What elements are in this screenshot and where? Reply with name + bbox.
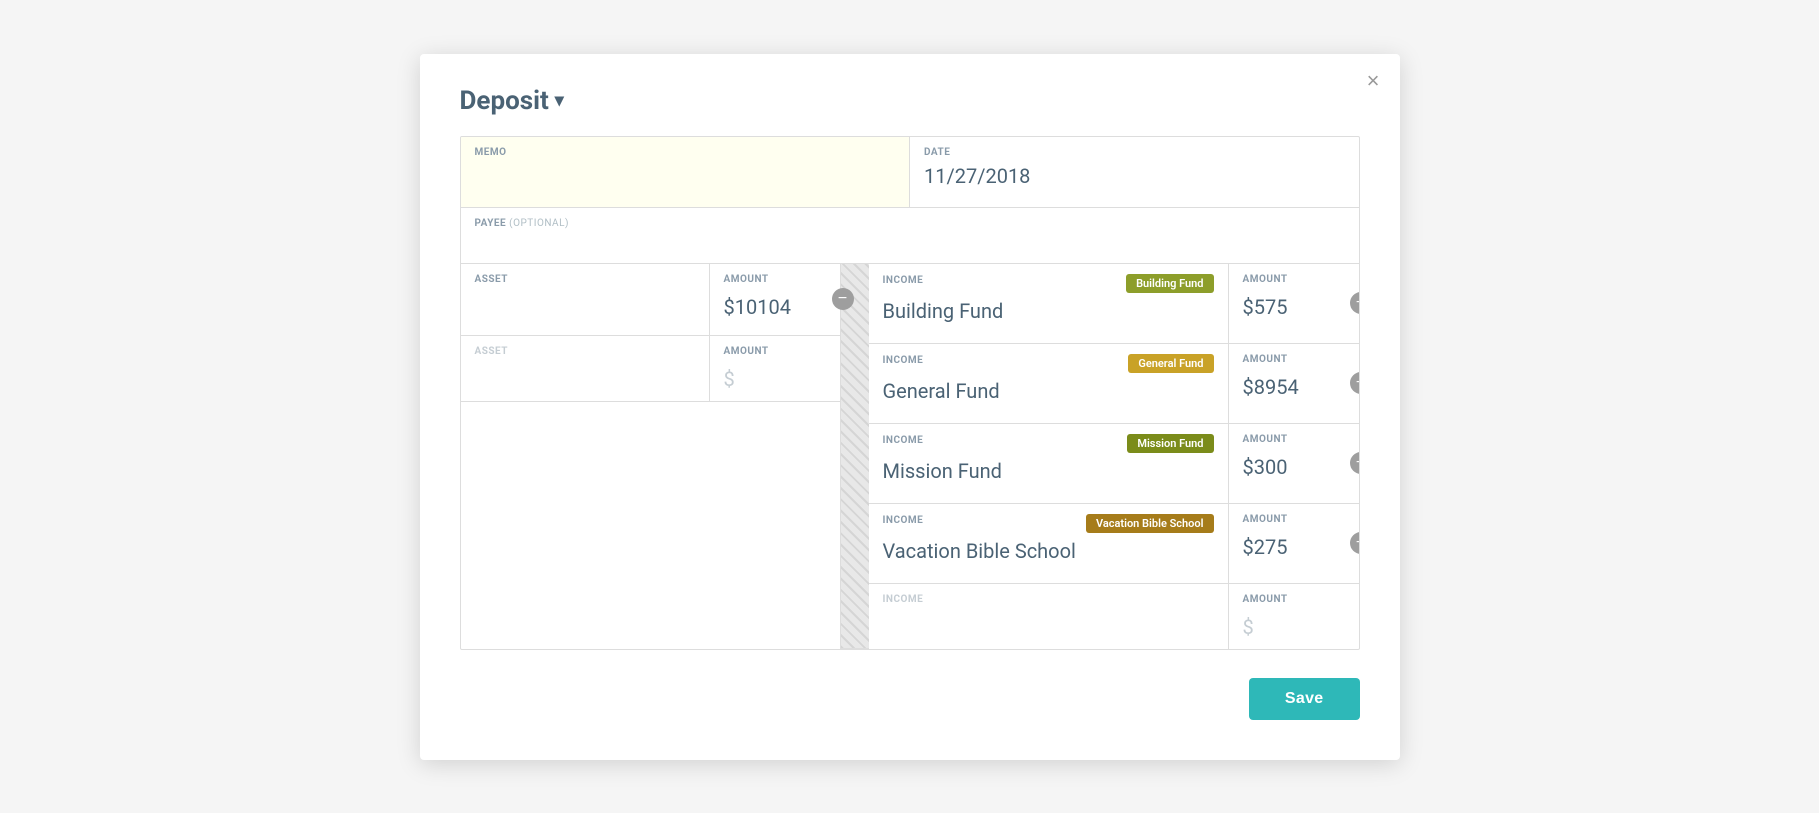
- income-name-2[interactable]: General Fund: [883, 379, 1214, 403]
- income-amount-cell-3: AMOUNT $300 −: [1229, 424, 1359, 503]
- income-row-5: INCOME AMOUNT $: [869, 584, 1359, 649]
- income-row-4: INCOME Vacation Bible School Vacation Bi…: [869, 504, 1359, 584]
- memo-input[interactable]: [475, 164, 896, 197]
- income-row-2: INCOME General Fund General Fund AMOUNT …: [869, 344, 1359, 424]
- minus-icon-income-4: −: [1356, 534, 1360, 552]
- income-amount-label-5: AMOUNT: [1243, 594, 1345, 605]
- income-amount-cell-2: AMOUNT $8954 −: [1229, 344, 1359, 423]
- income-amount-value-3[interactable]: $300: [1243, 455, 1345, 479]
- asset-row-2: ASSET AMOUNT $: [461, 336, 840, 402]
- income-amount-value-5[interactable]: $: [1243, 615, 1345, 639]
- main-grid: ASSET AMOUNT $10104 − ASSET: [461, 264, 1359, 649]
- amount-cell-2: AMOUNT $: [710, 336, 840, 401]
- amount-cell-1: AMOUNT $10104 −: [710, 264, 840, 335]
- income-amount-label-1: AMOUNT: [1243, 274, 1345, 285]
- remove-income-2-button[interactable]: −: [1350, 372, 1360, 394]
- income-name-4[interactable]: Vacation Bible School: [883, 539, 1214, 563]
- income-cell-4: INCOME Vacation Bible School Vacation Bi…: [869, 504, 1229, 583]
- income-amount-value-1[interactable]: $575: [1243, 295, 1345, 319]
- asset-cell-2: ASSET: [461, 336, 710, 401]
- remove-asset-1-button[interactable]: −: [832, 288, 854, 310]
- income-label-1: INCOME: [883, 275, 924, 286]
- right-panel: INCOME Building Fund Building Fund AMOUN…: [869, 264, 1359, 649]
- income-name-1[interactable]: Building Fund: [883, 299, 1214, 323]
- income-label-5: INCOME: [883, 594, 1214, 605]
- income-amount-label-3: AMOUNT: [1243, 434, 1345, 445]
- income-amount-cell-1: AMOUNT $575 −: [1229, 264, 1359, 343]
- memo-cell: MEMO: [461, 137, 911, 207]
- payee-label: PAYEE (OPTIONAL): [475, 218, 1345, 229]
- footer-row: Save: [460, 678, 1360, 720]
- remove-income-1-button[interactable]: −: [1350, 292, 1360, 314]
- left-panel: ASSET AMOUNT $10104 − ASSET: [461, 264, 841, 649]
- form-section: MEMO DATE 11/27/2018 PAYEE (OPTIONAL): [460, 136, 1360, 650]
- date-label: DATE: [924, 147, 1345, 158]
- asset-label-1: ASSET: [475, 274, 695, 285]
- income-row-1: INCOME Building Fund Building Fund AMOUN…: [869, 264, 1359, 344]
- income-cell-1: INCOME Building Fund Building Fund: [869, 264, 1229, 343]
- amount-value-1[interactable]: $10104: [724, 295, 826, 319]
- income-amount-label-4: AMOUNT: [1243, 514, 1345, 525]
- income-label-3: INCOME: [883, 435, 924, 446]
- amount-value-2[interactable]: $: [724, 367, 826, 391]
- income-amount-value-4[interactable]: $275: [1243, 535, 1345, 559]
- minus-icon-income-2: −: [1356, 374, 1360, 392]
- income-amount-value-2[interactable]: $8954: [1243, 375, 1345, 399]
- title-chevron[interactable]: ▾: [555, 90, 564, 111]
- remove-income-4-button[interactable]: −: [1350, 532, 1360, 554]
- amount-label-1: AMOUNT: [724, 274, 826, 285]
- close-button[interactable]: ×: [1367, 70, 1380, 92]
- modal: × Deposit ▾ MEMO DATE 11/27/2018 PAYEE (…: [420, 54, 1400, 760]
- income-tag-4[interactable]: Vacation Bible School: [1086, 514, 1214, 533]
- income-cell-2: INCOME General Fund General Fund: [869, 344, 1229, 423]
- income-amount-label-2: AMOUNT: [1243, 354, 1345, 365]
- memo-label: MEMO: [475, 147, 896, 158]
- date-cell: DATE 11/27/2018: [910, 137, 1359, 207]
- save-button[interactable]: Save: [1249, 678, 1360, 720]
- income-label-2: INCOME: [883, 355, 924, 366]
- income-tag-3[interactable]: Mission Fund: [1127, 434, 1213, 453]
- modal-title: Deposit ▾: [460, 86, 1360, 116]
- asset-cell-1: ASSET: [461, 264, 710, 335]
- date-value[interactable]: 11/27/2018: [924, 164, 1345, 188]
- payee-row: PAYEE (OPTIONAL): [461, 208, 1359, 264]
- income-name-3[interactable]: Mission Fund: [883, 459, 1214, 483]
- amount-label-2: AMOUNT: [724, 346, 826, 357]
- payee-optional: (OPTIONAL): [509, 218, 569, 229]
- income-amount-cell-4: AMOUNT $275 −: [1229, 504, 1359, 583]
- income-tag-1[interactable]: Building Fund: [1126, 274, 1213, 293]
- income-amount-cell-5: AMOUNT $: [1229, 584, 1359, 649]
- income-cell-5: INCOME: [869, 584, 1229, 649]
- remove-income-3-button[interactable]: −: [1350, 452, 1360, 474]
- spacer-cell: [841, 264, 869, 649]
- asset-row-1: ASSET AMOUNT $10104 −: [461, 264, 840, 336]
- asset-label-2: ASSET: [475, 346, 695, 357]
- income-tag-2[interactable]: General Fund: [1128, 354, 1213, 373]
- income-cell-3: INCOME Mission Fund Mission Fund: [869, 424, 1229, 503]
- minus-icon-income-3: −: [1356, 454, 1360, 472]
- title-text: Deposit: [460, 86, 549, 116]
- close-icon: ×: [1367, 68, 1380, 93]
- minus-icon-income-1: −: [1356, 294, 1360, 312]
- income-label-4: INCOME: [883, 515, 924, 526]
- minus-icon-1: −: [838, 291, 847, 307]
- top-row: MEMO DATE 11/27/2018: [461, 137, 1359, 208]
- income-row-3: INCOME Mission Fund Mission Fund AMOUNT …: [869, 424, 1359, 504]
